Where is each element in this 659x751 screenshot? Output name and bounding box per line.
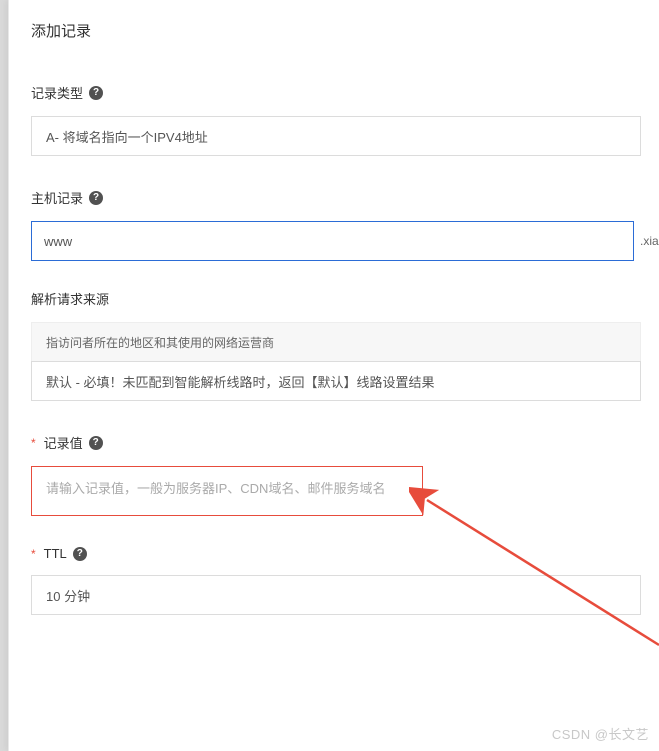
request-source-select[interactable]: 默认 - 必填！未匹配到智能解析线路时，返回【默认】线路设置结果 xyxy=(31,361,641,401)
record-value-input[interactable] xyxy=(38,473,416,503)
field-request-source: 解析请求来源 指访问者所在的地区和其使用的网络运营商 默认 - 必填！未匹配到智… xyxy=(31,289,659,401)
ttl-label: TTL ? xyxy=(31,546,659,561)
help-icon[interactable]: ? xyxy=(89,436,103,450)
ttl-value: 10 分钟 xyxy=(46,586,90,605)
record-type-label-text: 记录类型 xyxy=(31,83,83,102)
request-source-value: 默认 - 必填！未匹配到智能解析线路时，返回【默认】线路设置结果 xyxy=(46,372,435,391)
host-record-suffix: .xiao xyxy=(640,234,659,248)
record-type-label: 记录类型 ? xyxy=(31,83,659,102)
request-source-label: 解析请求来源 xyxy=(31,289,659,308)
watermark: CSDN @长文艺 xyxy=(552,724,649,743)
help-icon[interactable]: ? xyxy=(89,86,103,100)
record-value-highlight-box xyxy=(31,466,423,516)
record-type-select[interactable]: A- 将域名指向一个IPV4地址 xyxy=(31,116,641,156)
request-source-sublabel: 指访问者所在的地区和其使用的网络运营商 xyxy=(31,322,641,362)
panel-title: 添加记录 xyxy=(31,20,659,41)
host-record-label-text: 主机记录 xyxy=(31,188,83,207)
help-icon[interactable]: ? xyxy=(89,191,103,205)
host-record-label: 主机记录 ? xyxy=(31,188,659,207)
record-type-value: A- 将域名指向一个IPV4地址 xyxy=(46,127,208,146)
field-record-type: 记录类型 ? A- 将域名指向一个IPV4地址 xyxy=(31,83,659,156)
field-ttl: TTL ? 10 分钟 xyxy=(31,546,659,615)
request-source-label-text: 解析请求来源 xyxy=(31,289,109,308)
ttl-label-text: TTL xyxy=(44,546,67,561)
add-record-panel: 添加记录 记录类型 ? A- 将域名指向一个IPV4地址 主机记录 ? xyxy=(8,0,659,751)
field-record-value: 记录值 ? xyxy=(31,433,659,516)
host-record-input[interactable] xyxy=(31,221,634,261)
record-value-label: 记录值 ? xyxy=(31,433,659,452)
left-gutter xyxy=(0,0,8,751)
field-host-record: 主机记录 ? .xiao xyxy=(31,188,659,261)
record-value-label-text: 记录值 xyxy=(44,433,83,452)
ttl-select[interactable]: 10 分钟 xyxy=(31,575,641,615)
help-icon[interactable]: ? xyxy=(73,547,87,561)
